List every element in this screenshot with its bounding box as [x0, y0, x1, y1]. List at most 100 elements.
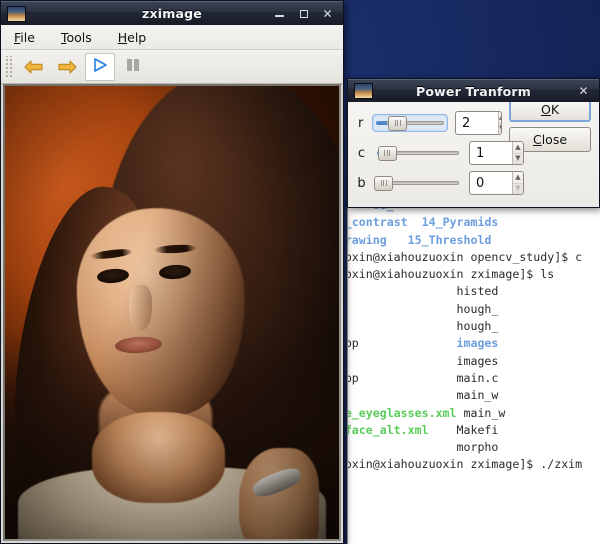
image-thumbnail-icon — [354, 83, 373, 99]
minimize-icon[interactable] — [273, 7, 286, 20]
arrow-left-icon — [24, 59, 44, 75]
chevron-down-icon[interactable]: ▼ — [499, 124, 501, 135]
maximize-icon[interactable] — [297, 7, 310, 20]
terminal-line: log.cpp morpho — [348, 439, 600, 456]
terminal-line: [xiahouzuoxin@xiahouzuoxin zximage]$ ./z… — [347, 456, 600, 473]
play-button[interactable] — [85, 52, 115, 81]
close-icon[interactable]: ✕ — [577, 85, 590, 98]
spinbox-r[interactable]: ▲ ▼ — [454, 111, 502, 135]
terminal-span: images — [456, 336, 499, 351]
row-r: r ▲ ▼ OK Close — [356, 97, 591, 152]
terminal-span: mdialog.cpp — [348, 336, 359, 351]
menu-help[interactable]: Help — [115, 28, 150, 47]
terminal-span: 09_contrast — [348, 215, 408, 230]
image-thumbnail-icon — [7, 5, 26, 22]
terminal-span: [xiahouzuoxin@xiahouzuoxin opencv_study]… — [347, 249, 583, 264]
close-button-mnemonic: C — [532, 132, 542, 147]
spinbox-c-input[interactable] — [470, 142, 512, 164]
image-view[interactable] — [3, 84, 341, 541]
zximage-menubar[interactable]: File Tools Help — [1, 25, 343, 50]
spinbox-b[interactable]: ▲ ▼ — [469, 171, 524, 195]
power-dialog-body: r ▲ ▼ OK Close c — [348, 97, 599, 207]
terminal-line: e_eye_tree_eyeglasses.xml main_w — [348, 405, 600, 422]
terminal-line: sdialog.h main_w — [348, 387, 600, 404]
toolbar-drag-handle[interactable] — [5, 55, 13, 78]
zximage-window-controls: ✕ — [273, 7, 343, 20]
terminal-line: e_frontalface_alt.xml Makefi — [348, 422, 600, 439]
terminal-span: 10_drawing — [348, 232, 387, 247]
menu-help-mnemonic: H — [117, 29, 128, 45]
power-transform-dialog[interactable]: Power Tranform ✕ r ▲ ▼ OK Close — [347, 78, 600, 208]
terminal-span: 14_Pyramids — [421, 215, 499, 230]
slider-r-handle[interactable] — [388, 115, 408, 131]
slider-r[interactable] — [372, 114, 448, 132]
terminal-line: g.cpp histed — [348, 283, 600, 300]
chevron-down-icon[interactable]: ▼ — [513, 154, 523, 165]
slider-b-handle[interactable] — [374, 175, 393, 191]
close-button-label: lose — [541, 132, 568, 147]
zximage-window[interactable]: zximage ✕ File Tools Help — [0, 0, 344, 544]
pause-icon — [124, 57, 142, 77]
menu-tools[interactable]: Tools — [58, 28, 95, 47]
slider-c[interactable] — [374, 144, 462, 162]
play-icon — [91, 57, 109, 77]
terminal-line: [xiahouzuoxin@xiahouzuoxin zximage]$ ls — [347, 266, 600, 283]
menu-file[interactable]: File — [11, 28, 38, 47]
spinbox-c[interactable]: ▲ ▼ — [469, 141, 524, 165]
terminal-line: ple 10_drawing 15_Threshold — [348, 232, 600, 249]
terminal-span: log.cpp morpho — [456, 440, 499, 455]
terminal-window[interactable]: t_trackbar 08_s 09_contrast 14_Pyramidsp… — [347, 205, 600, 544]
spinbox-b-buttons[interactable]: ▲ ▼ — [512, 172, 523, 194]
menu-tools-label: ools — [66, 29, 92, 45]
terminal-span: Makefi — [428, 422, 499, 437]
back-button[interactable] — [19, 53, 49, 81]
close-icon[interactable]: ✕ — [321, 7, 334, 20]
terminal-span: [xiahouzuoxin@xiahouzuoxin zximage]$ ls — [347, 267, 555, 282]
row-b: b ▲ ▼ — [356, 168, 591, 198]
zximage-titlebar[interactable]: zximage ✕ — [1, 1, 343, 25]
pause-button[interactable] — [118, 53, 148, 81]
terminal-span: e_eye_tree_eyeglasses.xml — [348, 405, 457, 420]
power-dialog-window-controls: ✕ — [577, 85, 599, 98]
slider-c-handle[interactable] — [377, 145, 397, 161]
forward-button[interactable] — [52, 53, 82, 81]
chevron-up-icon[interactable]: ▲ — [513, 172, 523, 184]
spinbox-b-input[interactable] — [470, 172, 512, 194]
terminal-line: s 09_contrast 14_Pyramids — [348, 214, 600, 231]
spinbox-r-buttons[interactable]: ▲ ▼ — [497, 112, 501, 135]
spinbox-r-input[interactable] — [455, 112, 498, 134]
portrait-photo — [5, 86, 339, 539]
terminal-line: mdialog.cpp images — [348, 335, 600, 352]
ok-button-mnemonic: O — [540, 102, 551, 117]
terminal-line: g.h hough_ — [348, 301, 600, 318]
menu-file-label: ile — [20, 29, 35, 45]
power-dialog-titlebar[interactable]: Power Tranform ✕ — [348, 79, 599, 102]
terminal-span: mdialog.h images — [456, 353, 499, 368]
terminal-span: hough_ — [456, 319, 499, 334]
terminal-line: sdialog.cpp main.c — [348, 370, 600, 387]
spinbox-c-buttons[interactable]: ▲ ▼ — [512, 142, 523, 164]
terminal-line: mdialog.h images — [348, 353, 600, 370]
terminal-span: sdialog.h main_w — [456, 388, 499, 403]
arrow-right-icon — [57, 59, 77, 75]
terminal-line: [xiahouzuoxin@xiahouzuoxin opencv_study]… — [347, 249, 600, 266]
terminal-span: g.h hough_ — [456, 301, 499, 316]
terminal-span: g.cpp histed — [456, 284, 499, 299]
menu-help-label: elp — [127, 29, 147, 45]
terminal-span: e_frontalface_alt.xml — [348, 422, 429, 437]
terminal-span: 15_Threshold — [407, 232, 492, 247]
zximage-toolbar[interactable] — [1, 50, 343, 84]
power-dialog-title: Power Tranform — [416, 83, 531, 99]
terminal-span: [xiahouzuoxin@xiahouzuoxin zximage]$ ./z… — [347, 457, 583, 472]
ok-button-label: K — [550, 102, 560, 117]
terminal-span: sdialog.cpp main.c — [348, 370, 499, 385]
label-c: c — [357, 145, 366, 161]
chevron-up-icon[interactable]: ▲ — [513, 142, 523, 154]
terminal-output: t_trackbar 08_s 09_contrast 14_Pyramidsp… — [347, 205, 600, 474]
chevron-up-icon[interactable]: ▲ — [498, 112, 501, 124]
label-b: b — [357, 175, 366, 191]
terminal-span: main_w — [456, 405, 506, 420]
chevron-down-icon[interactable]: ▼ — [513, 184, 523, 195]
slider-b[interactable] — [374, 174, 462, 192]
label-r: r — [357, 115, 364, 131]
